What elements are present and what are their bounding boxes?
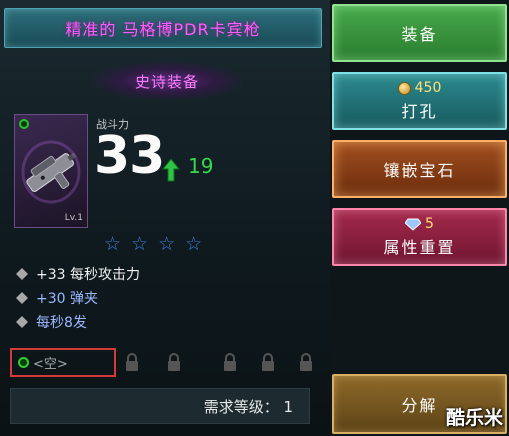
dismantle-label: 分解 [401, 396, 438, 415]
attribute-row: 每秒8发 [16, 312, 87, 332]
punch-button[interactable]: 450 打孔 [332, 72, 507, 130]
crystal-icon [405, 218, 422, 231]
empty-socket[interactable]: <空> [10, 348, 116, 377]
attribute-row: +30 弹夹 [16, 288, 98, 308]
reset-label: 属性重置 [383, 238, 456, 257]
up-arrow-icon [162, 158, 180, 182]
lock-icon [262, 353, 274, 371]
item-title-bar: 精准的 马格博PDR卡宾枪 [4, 8, 322, 48]
lock-icon [300, 353, 312, 371]
item-level: Lv.1 [64, 213, 83, 223]
socket-indicator-icon [19, 119, 29, 129]
inlay-gem-button[interactable]: 镶嵌宝石 [332, 140, 507, 198]
equip-label: 装备 [401, 25, 438, 44]
star-icon: ☆ [131, 233, 149, 255]
star-icon: ☆ [158, 233, 176, 255]
star-icon: ☆ [104, 233, 122, 255]
lock-icon [126, 353, 138, 371]
punch-cost: 450 [397, 80, 442, 96]
socket-gem-icon [18, 357, 29, 368]
diamond-bullet-icon [16, 268, 28, 280]
item-icon-frame[interactable]: Lv.1 [14, 114, 88, 228]
attribute-text: +33 每秒攻击力 [36, 267, 140, 283]
action-panel: 装备 450 打孔 镶嵌宝石 5 属性重置 分解 [330, 0, 509, 436]
attribute-reset-button[interactable]: 5 属性重置 [332, 208, 507, 266]
star-rating: ☆ ☆ ☆ ☆ [104, 234, 202, 254]
power-change: 19 [188, 154, 214, 178]
diamond-bullet-icon [16, 292, 28, 304]
gold-coin-icon [397, 81, 411, 95]
socket-empty-label: <空> [33, 357, 68, 372]
level-requirement: 需求等级： 1 [203, 397, 293, 416]
star-icon: ☆ [185, 233, 203, 255]
item-detail-panel: 精准的 马格博PDR卡宾枪 史诗装备 Lv.1 战斗力 33 19 ☆ ☆ ☆ … [0, 0, 331, 436]
rarity-label: 史诗装备 [134, 72, 199, 91]
socket-row: <空> [10, 348, 320, 378]
reset-cost: 5 [405, 216, 434, 232]
watermark: 酷乐米 [445, 407, 503, 429]
gun-icon [21, 140, 81, 204]
attribute-text: 每秒8发 [36, 315, 87, 331]
equip-button[interactable]: 装备 [332, 4, 507, 62]
inlay-label: 镶嵌宝石 [383, 161, 456, 180]
item-name: 精准的 马格博PDR卡宾枪 [65, 20, 261, 39]
rarity-banner: 史诗装备 [92, 62, 242, 100]
lock-icon [168, 353, 180, 371]
attribute-text: +30 弹夹 [36, 291, 98, 307]
attribute-row: +33 每秒攻击力 [16, 264, 140, 284]
level-requirement-bar: 需求等级： 1 [10, 388, 310, 424]
power-value: 33 [94, 126, 165, 186]
lock-icon [224, 353, 236, 371]
punch-cost-value: 450 [414, 80, 442, 96]
punch-label: 打孔 [401, 102, 438, 121]
diamond-bullet-icon [16, 316, 28, 328]
reset-cost-value: 5 [425, 216, 434, 232]
